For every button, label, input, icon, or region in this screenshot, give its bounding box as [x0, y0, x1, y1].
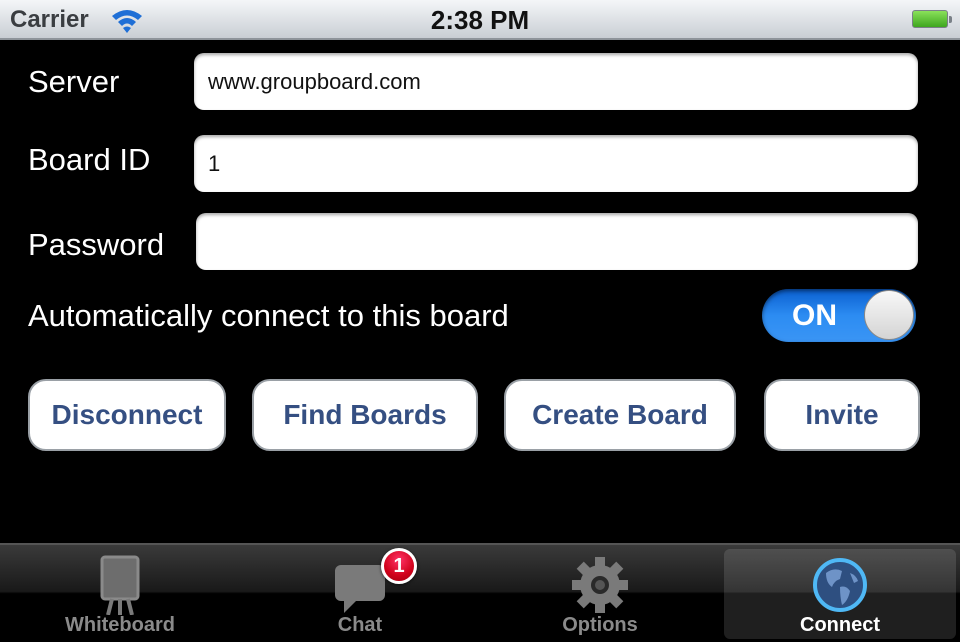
disconnect-button[interactable]: Disconnect: [28, 379, 226, 451]
gear-icon: [572, 557, 628, 613]
board-id-field[interactable]: [194, 135, 918, 192]
tab-bar: Whiteboard Chat Options Connect: [0, 543, 960, 642]
server-label: Server: [28, 64, 120, 99]
board-id-label: Board ID: [28, 142, 151, 177]
tab-label: Whiteboard: [65, 614, 175, 636]
tab-connect[interactable]: Connect: [724, 549, 956, 639]
tab-label: Options: [562, 614, 638, 636]
board-id-input[interactable]: [206, 149, 918, 178]
battery-icon: [912, 10, 952, 28]
tab-chat[interactable]: Chat: [244, 549, 476, 639]
find-boards-button[interactable]: Find Boards: [252, 379, 478, 451]
create-board-button[interactable]: Create Board: [504, 379, 736, 451]
tab-whiteboard[interactable]: Whiteboard: [4, 549, 236, 639]
auto-connect-label: Automatically connect to this board: [28, 298, 509, 333]
tab-options[interactable]: Options: [484, 549, 716, 639]
toggle-knob[interactable]: [864, 290, 914, 340]
status-bar: Carrier 2:38 PM: [0, 0, 960, 40]
password-field[interactable]: [196, 213, 918, 270]
status-time: 2:38 PM: [430, 5, 530, 35]
easel-icon: [100, 555, 140, 615]
tab-label: Connect: [800, 614, 880, 636]
tab-label: Chat: [337, 614, 383, 636]
password-input[interactable]: [208, 227, 918, 256]
chat-badge: 1: [381, 548, 417, 584]
password-label: Password: [28, 227, 165, 262]
toggle-state-text: ON: [792, 299, 837, 332]
auto-connect-toggle[interactable]: ON: [762, 289, 916, 342]
globe-icon: [813, 558, 867, 612]
server-input[interactable]: [206, 67, 918, 96]
invite-button[interactable]: Invite: [764, 379, 920, 451]
server-field[interactable]: [194, 53, 918, 110]
